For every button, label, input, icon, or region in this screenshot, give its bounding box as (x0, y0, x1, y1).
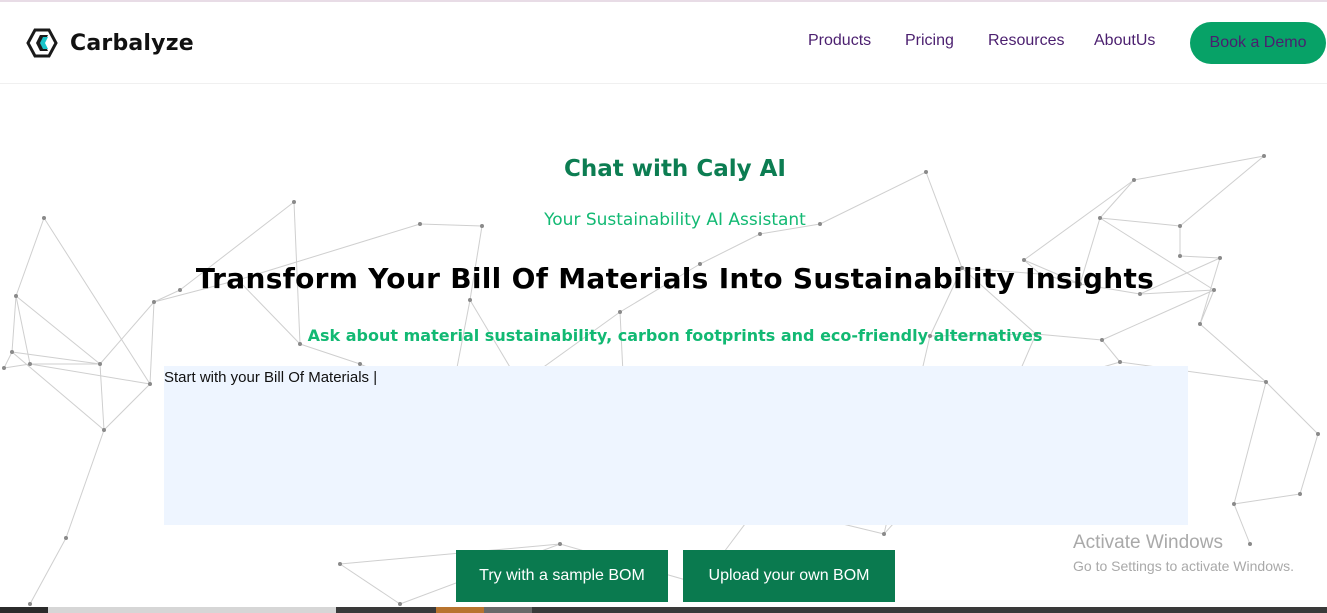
taskbar-segment (0, 607, 48, 613)
nav-resources-link[interactable]: Resources (988, 32, 1064, 50)
activate-windows-watermark: Activate Windows Go to Settings to activ… (1073, 532, 1294, 574)
taskbar-segment (484, 607, 532, 613)
nav-aboutus-link[interactable]: AboutUs (1094, 32, 1155, 50)
activate-windows-title: Activate Windows (1073, 532, 1223, 553)
try-sample-bom-button[interactable]: Try with a sample BOM (456, 550, 668, 602)
main-nav: Products Pricing Resources AboutUs (0, 32, 1327, 56)
nav-pricing-link[interactable]: Pricing (905, 32, 954, 50)
activate-windows-subtitle: Go to Settings to activate Windows. (1073, 558, 1294, 574)
book-demo-button[interactable]: Book a Demo (1190, 22, 1326, 64)
hero-headline: Transform Your Bill Of Materials Into Su… (195, 262, 1155, 295)
upload-bom-button[interactable]: Upload your own BOM (683, 550, 895, 602)
hero-description: Ask about material sustainability, carbo… (307, 326, 1043, 345)
hero-section: Chat with Caly AI Your Sustainability AI… (0, 84, 1327, 613)
hero-subtitle: Your Sustainability AI Assistant (544, 210, 806, 230)
taskbar-segment (436, 607, 484, 613)
nav-products-link[interactable]: Products (808, 32, 871, 50)
taskbar-segment (48, 607, 336, 613)
hero-title: Chat with Caly AI (564, 156, 786, 182)
taskbar-strip (0, 607, 1327, 613)
bom-input[interactable] (164, 366, 1188, 525)
top-navbar: Carbalyze Products Pricing Resources Abo… (0, 2, 1327, 84)
